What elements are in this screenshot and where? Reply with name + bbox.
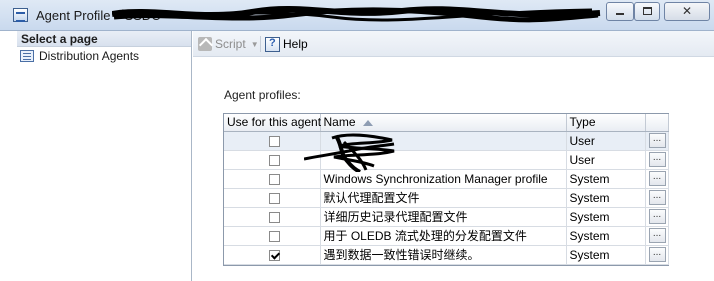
profile-type-cell: System	[566, 207, 646, 227]
profile-properties-button[interactable]: ...	[648, 228, 666, 244]
sidebar-item-distribution-agents[interactable]: Distribution Agents	[17, 47, 191, 64]
profile-properties-cell: ...	[645, 150, 669, 170]
column-header-type[interactable]: Type	[566, 114, 646, 132]
profile-properties-button[interactable]: ...	[648, 190, 666, 206]
use-for-agent-cell	[224, 169, 321, 189]
profile-properties-cell: ...	[645, 245, 669, 265]
profile-properties-cell: ...	[645, 169, 669, 189]
profile-properties-button[interactable]: ...	[648, 133, 666, 149]
profile-properties-cell: ...	[645, 226, 669, 246]
table-row[interactable]: Windows Synchronization Manager profile S…	[224, 169, 669, 189]
toolbar-separator	[260, 36, 261, 52]
script-icon	[198, 37, 212, 51]
maximize-icon	[642, 7, 652, 15]
minimize-icon	[616, 13, 624, 15]
profile-properties-cell: ...	[645, 131, 669, 151]
table-row[interactable]: 详细历史记录代理配置文件 System...	[224, 207, 669, 227]
help-icon	[265, 36, 280, 52]
column-header-name[interactable]: Name	[320, 114, 567, 132]
redaction-scribble	[112, 6, 601, 23]
table-row[interactable]: User...	[224, 150, 669, 170]
use-for-agent-checkbox[interactable]	[269, 211, 280, 223]
use-for-agent-cell	[224, 207, 321, 227]
profile-type-cell: User	[566, 150, 646, 170]
profile-name-cell: Windows Synchronization Manager profile	[320, 169, 567, 189]
sort-ascending-icon	[362, 120, 373, 127]
chevron-down-icon[interactable]: ▼	[251, 40, 259, 49]
profile-type-cell: User	[566, 131, 646, 151]
sidebar-item-label: Distribution Agents	[39, 48, 140, 63]
use-for-agent-checkbox[interactable]	[269, 249, 280, 261]
use-for-agent-checkbox[interactable]	[269, 192, 280, 204]
profile-type-cell: System	[566, 169, 646, 189]
help-label: Help	[283, 37, 308, 51]
agent-profiles-grid: Use for this agent Name Type User... User…	[223, 113, 669, 266]
use-for-agent-cell	[224, 131, 321, 151]
profile-properties-button[interactable]: ...	[648, 152, 666, 168]
column-header-use[interactable]: Use for this agent	[224, 114, 321, 132]
profile-name-cell: 默认代理配置文件	[320, 188, 567, 208]
use-for-agent-cell	[224, 245, 321, 265]
profile-type-cell: System	[566, 226, 646, 246]
close-button[interactable]: ✕	[664, 2, 710, 21]
help-button[interactable]: Help	[265, 35, 308, 53]
title-bar[interactable]: Agent Profile - 'SSDC ✕	[0, 0, 714, 31]
profile-properties-button[interactable]: ...	[648, 171, 666, 187]
profile-properties-button[interactable]: ...	[648, 247, 666, 263]
table-row[interactable]: 遇到数据一致性错误时继续。 System...	[224, 245, 669, 265]
profile-name-cell: 用于 OLEDB 流式处理的分发配置文件	[320, 226, 567, 246]
profile-properties-cell: ...	[645, 207, 669, 227]
profile-name-cell	[320, 150, 567, 170]
column-header-name-label: Name	[323, 115, 356, 130]
agent-profiles-label: Agent profiles:	[224, 88, 301, 102]
column-header-actions	[645, 114, 669, 132]
maximize-button[interactable]	[634, 2, 660, 21]
use-for-agent-checkbox[interactable]	[269, 173, 280, 185]
sidebar-header: Select a page	[17, 31, 191, 47]
app-icon	[13, 8, 28, 22]
sidebar: Select a page Distribution Agents	[17, 31, 192, 281]
grid-header-row: Use for this agent Name Type	[224, 114, 669, 132]
script-label: Script	[215, 37, 246, 51]
profile-name-cell: 详细历史记录代理配置文件	[320, 207, 567, 227]
use-for-agent-checkbox[interactable]	[269, 135, 280, 147]
profile-type-cell: System	[566, 245, 646, 265]
profile-properties-button[interactable]: ...	[648, 209, 666, 225]
use-for-agent-checkbox[interactable]	[269, 230, 280, 242]
use-for-agent-cell	[224, 150, 321, 170]
minimize-button[interactable]	[606, 2, 634, 21]
profile-name-cell: 遇到数据一致性错误时继续。	[320, 245, 567, 265]
profile-name-cell	[320, 131, 567, 151]
page-icon	[20, 49, 34, 62]
use-for-agent-cell	[224, 226, 321, 246]
profile-properties-cell: ...	[645, 188, 669, 208]
table-row[interactable]: 默认代理配置文件 System...	[224, 188, 669, 208]
table-row[interactable]: 用于 OLEDB 流式处理的分发配置文件 System...	[224, 226, 669, 246]
table-row[interactable]: User...	[224, 131, 669, 151]
profile-type-cell: System	[566, 188, 646, 208]
use-for-agent-checkbox[interactable]	[269, 154, 280, 166]
toolbar: Script ▼ Help	[193, 31, 714, 57]
script-button[interactable]: Script ▼	[198, 35, 259, 53]
use-for-agent-cell	[224, 188, 321, 208]
